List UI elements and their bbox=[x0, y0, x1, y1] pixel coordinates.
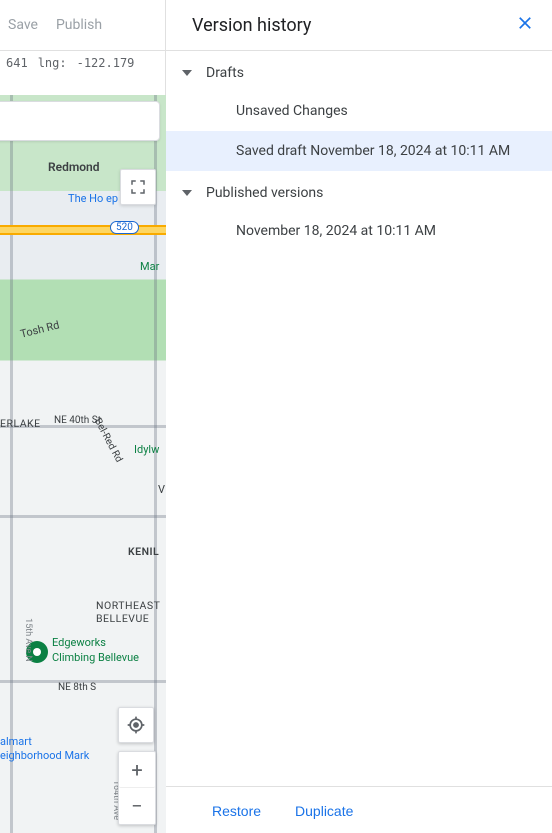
lng-value: -122.179 bbox=[77, 56, 135, 70]
map-search-input[interactable] bbox=[0, 101, 160, 141]
map-canvas[interactable]: 520 Redmond The Ho ep Mar Tosh Rd ERLAKE… bbox=[0, 95, 166, 833]
close-icon bbox=[516, 14, 534, 32]
area-label-erlake: ERLAKE bbox=[0, 417, 41, 430]
publish-button[interactable]: Publish bbox=[56, 17, 102, 33]
highway-badge-520: 520 bbox=[110, 221, 139, 234]
lng-label: lng: bbox=[38, 56, 67, 70]
poi-edgeworks-2: Climbing Bellevue bbox=[52, 651, 139, 664]
section-toggle-published[interactable]: Published versions bbox=[166, 171, 552, 211]
version-item-published[interactable]: November 18, 2024 at 10:11 AM bbox=[166, 211, 552, 251]
section-toggle-drafts[interactable]: Drafts bbox=[166, 51, 552, 91]
version-item-unsaved[interactable]: Unsaved Changes bbox=[166, 91, 552, 131]
duplicate-button[interactable]: Duplicate bbox=[295, 803, 353, 819]
highway-520 bbox=[0, 225, 166, 235]
area-label-kenil: KENIL bbox=[128, 545, 159, 558]
section-title-published: Published versions bbox=[206, 185, 323, 201]
park-label: Mar bbox=[140, 260, 159, 273]
chevron-down-icon bbox=[182, 70, 192, 76]
road-label-ne8: NE 8th S bbox=[58, 682, 96, 693]
crosshair-icon bbox=[126, 715, 146, 735]
zoom-in-button[interactable]: + bbox=[119, 752, 155, 788]
poi-edgeworks: Edgeworks bbox=[52, 636, 106, 649]
coordinates-readout: 641 lng: -122.179 bbox=[0, 51, 165, 75]
close-button[interactable] bbox=[516, 14, 534, 37]
park-label-idylw: Idylw bbox=[134, 443, 159, 456]
panel-title: Version history bbox=[192, 15, 311, 36]
fullscreen-button[interactable] bbox=[120, 169, 156, 205]
road-stroke bbox=[0, 515, 166, 518]
restore-button[interactable]: Restore bbox=[212, 803, 261, 819]
road-label-15th: 15th Ave N bbox=[23, 618, 33, 662]
my-location-button[interactable] bbox=[118, 707, 154, 743]
zoom-out-button[interactable]: − bbox=[119, 788, 155, 824]
poi-walmart-2: eighborhood Mark bbox=[0, 749, 89, 762]
place-label-redmond: Redmond bbox=[48, 160, 100, 174]
road-stroke bbox=[10, 95, 13, 833]
lat-value: 641 bbox=[6, 56, 28, 70]
save-button[interactable]: Save bbox=[8, 17, 38, 33]
label-v: V bbox=[158, 483, 165, 496]
fullscreen-icon bbox=[129, 178, 147, 196]
version-item-saved-draft[interactable]: Saved draft November 18, 2024 at 10:11 A… bbox=[166, 131, 552, 171]
version-history-panel: Version history Drafts Unsaved Changes S… bbox=[166, 0, 552, 833]
poi-home-depot: The Ho ep bbox=[68, 192, 118, 205]
area-label-ne-bellevue: NORTHEAST BELLEVUE bbox=[96, 599, 160, 625]
chevron-down-icon bbox=[182, 190, 192, 196]
poi-walmart: almart bbox=[0, 735, 32, 748]
section-title-drafts: Drafts bbox=[206, 65, 244, 81]
